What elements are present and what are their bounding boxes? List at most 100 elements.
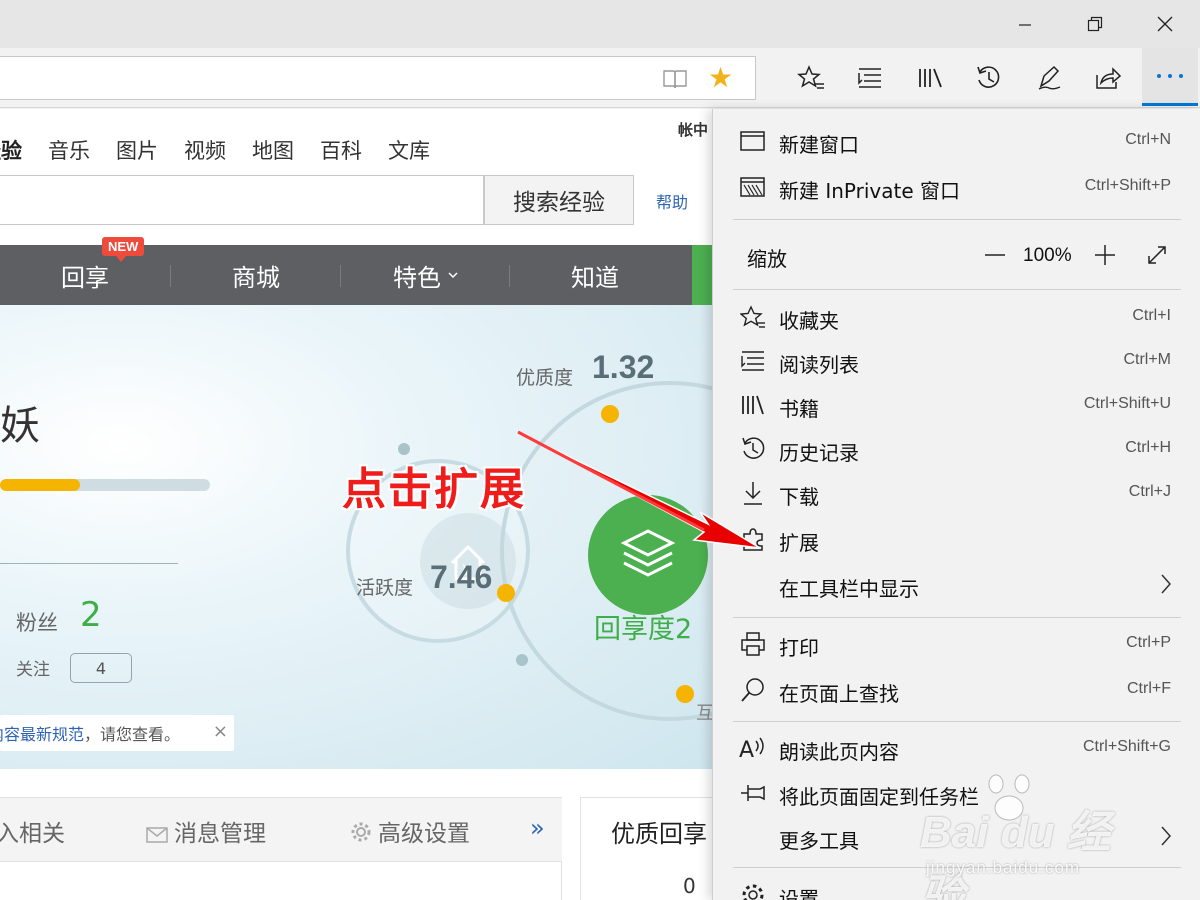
zoom-in-button[interactable]: [1091, 241, 1119, 269]
menu-pin-to-taskbar[interactable]: 将此页面固定到任务栏: [733, 773, 1193, 813]
menu-label: 将此页面固定到任务栏: [779, 785, 979, 809]
share-label: 回享度2: [594, 614, 693, 645]
close-button[interactable]: [1130, 0, 1200, 48]
history-icon[interactable]: [971, 60, 1007, 96]
more-icon: [1157, 73, 1183, 78]
panel-title: 优质回享: [611, 820, 707, 848]
books-icon: [739, 391, 767, 419]
web-page: 经验 音乐 图片 视频 地图 百科 文库 帐中 搜索经验 帮助 回享 NEW 商…: [0, 109, 712, 900]
notice-close-icon[interactable]: ×: [213, 721, 228, 742]
more-button[interactable]: [1142, 48, 1198, 106]
zoom-out-button[interactable]: [981, 241, 1009, 269]
settings-menu: 新建窗口 Ctrl+N 新建 InPrivate 窗口 Ctrl+Shift+P…: [712, 109, 1200, 900]
library-icon[interactable]: [912, 60, 948, 96]
pen-icon[interactable]: [1031, 60, 1067, 96]
menu-reading-list[interactable]: 阅读列表 Ctrl+M: [733, 341, 1193, 381]
menu-more-tools[interactable]: 更多工具: [733, 817, 1193, 857]
zoom-value: 100%: [1023, 245, 1072, 266]
user-name: 妖: [0, 403, 40, 449]
nav-tab-jingyan[interactable]: 经验: [0, 135, 22, 165]
nav-tab-images[interactable]: 图片: [116, 135, 158, 165]
menu-label: 设置: [779, 887, 819, 900]
fans-label: 粉丝: [16, 611, 58, 635]
menu-divider: [733, 867, 1181, 868]
print-icon: [739, 630, 767, 658]
settings-panel: 入相关 消息管理 高级设置 »: [0, 797, 562, 900]
profile-hero: 妖 粉丝 2 关注 4 内容最新规范 ，请您查看。 × ¥: [0, 305, 712, 769]
share-icon[interactable]: [1090, 60, 1126, 96]
help-link[interactable]: 帮助: [656, 189, 688, 213]
quality-dot: [601, 405, 619, 423]
menu-shortcut: Ctrl+Shift+P: [1084, 177, 1171, 194]
orbit-dot: [516, 654, 528, 666]
menu-downloads[interactable]: 下载 Ctrl+J: [733, 473, 1193, 513]
minimize-button[interactable]: [990, 0, 1060, 48]
activity-label: 活跃度: [356, 577, 414, 599]
menu-shortcut: Ctrl+P: [1126, 634, 1171, 651]
menu-shortcut: Ctrl+I: [1132, 307, 1171, 324]
restore-button[interactable]: [1060, 0, 1130, 48]
notice-link[interactable]: 内容最新规范: [0, 721, 84, 745]
site-nav-bar: 回享 NEW 商城 特色 知道: [0, 237, 712, 305]
nav-item-zhidao[interactable]: 知道: [510, 245, 680, 305]
menu-history[interactable]: 历史记录 Ctrl+H: [733, 429, 1193, 469]
more-tabs-icon[interactable]: »: [530, 814, 545, 842]
nav-item-mall[interactable]: 商城: [171, 245, 341, 305]
nav-item-huixiang[interactable]: 回享 NEW: [0, 237, 170, 305]
menu-new-window[interactable]: 新建窗口 Ctrl+N: [733, 121, 1193, 161]
fullscreen-icon: [1148, 246, 1166, 264]
nav-item-featured[interactable]: 特色: [341, 245, 511, 305]
nav-tab-map[interactable]: 地图: [252, 135, 294, 165]
browser-toolbar: ★: [0, 48, 1200, 108]
nav-tab-wenku[interactable]: 文库: [388, 135, 430, 165]
find-icon: [739, 676, 767, 704]
menu-label: 更多工具: [779, 829, 859, 853]
search-input[interactable]: [0, 175, 484, 225]
menu-label: 新建 InPrivate 窗口: [779, 179, 961, 203]
nav-tab-baike[interactable]: 百科: [320, 135, 362, 165]
menu-label: 阅读列表: [779, 353, 859, 377]
menu-divider: [733, 721, 1181, 722]
menu-find-on-page[interactable]: 在页面上查找 Ctrl+F: [733, 670, 1193, 710]
menu-label: 书籍: [779, 397, 819, 421]
search-button[interactable]: 搜索经验: [484, 175, 634, 225]
follow-label: 关注: [16, 660, 50, 680]
menu-show-in-toolbar[interactable]: 在工具栏中显示: [733, 565, 1193, 605]
menu-read-aloud[interactable]: A 朗读此页内容 Ctrl+Shift+G: [733, 728, 1193, 768]
settings-icon: [739, 881, 767, 900]
tab-label: 高级设置: [378, 821, 470, 847]
chevron-right-icon: [1161, 826, 1172, 846]
menu-print[interactable]: 打印 Ctrl+P: [733, 624, 1193, 664]
menu-label: 在工具栏中显示: [779, 577, 919, 601]
menu-settings[interactable]: 设置: [733, 875, 1193, 900]
menu-books[interactable]: 书籍 Ctrl+Shift+U: [733, 385, 1193, 425]
tab-related[interactable]: 入相关: [0, 814, 65, 848]
account-link[interactable]: 帐中: [678, 119, 708, 140]
tab-messages[interactable]: 消息管理: [146, 814, 266, 848]
nav-tab-music[interactable]: 音乐: [48, 135, 90, 165]
divider: [0, 563, 178, 564]
menu-label: 历史记录: [779, 441, 859, 465]
history-icon: [739, 435, 767, 463]
nav-item-label: 知道: [571, 263, 619, 292]
reading-view-icon[interactable]: [662, 67, 688, 91]
favorites-icon: [739, 303, 767, 331]
notice-banner: 内容最新规范 ，请您查看。 ×: [0, 715, 234, 751]
close-icon: [1157, 16, 1173, 32]
menu-extensions[interactable]: 扩展: [733, 519, 1193, 559]
nav-green-tab[interactable]: [692, 245, 712, 305]
menu-new-inprivate[interactable]: 新建 InPrivate 窗口 Ctrl+Shift+P: [733, 167, 1193, 207]
fullscreen-button[interactable]: [1143, 241, 1171, 269]
fans-count[interactable]: 2: [80, 595, 102, 635]
settings-tabs: 入相关 消息管理 高级设置 »: [0, 798, 562, 862]
menu-divider: [733, 219, 1181, 220]
favorites-icon[interactable]: [793, 60, 829, 96]
reading-list-icon[interactable]: [852, 60, 888, 96]
tab-advanced-settings[interactable]: 高级设置: [350, 814, 470, 848]
favorite-star-icon[interactable]: ★: [708, 63, 733, 93]
address-bar[interactable]: ★: [0, 56, 756, 100]
menu-favorites[interactable]: 收藏夹 Ctrl+I: [733, 297, 1193, 337]
follow-count[interactable]: 4: [70, 653, 132, 683]
nav-tab-video[interactable]: 视频: [184, 135, 226, 165]
quality-value: 1.32: [592, 349, 655, 385]
